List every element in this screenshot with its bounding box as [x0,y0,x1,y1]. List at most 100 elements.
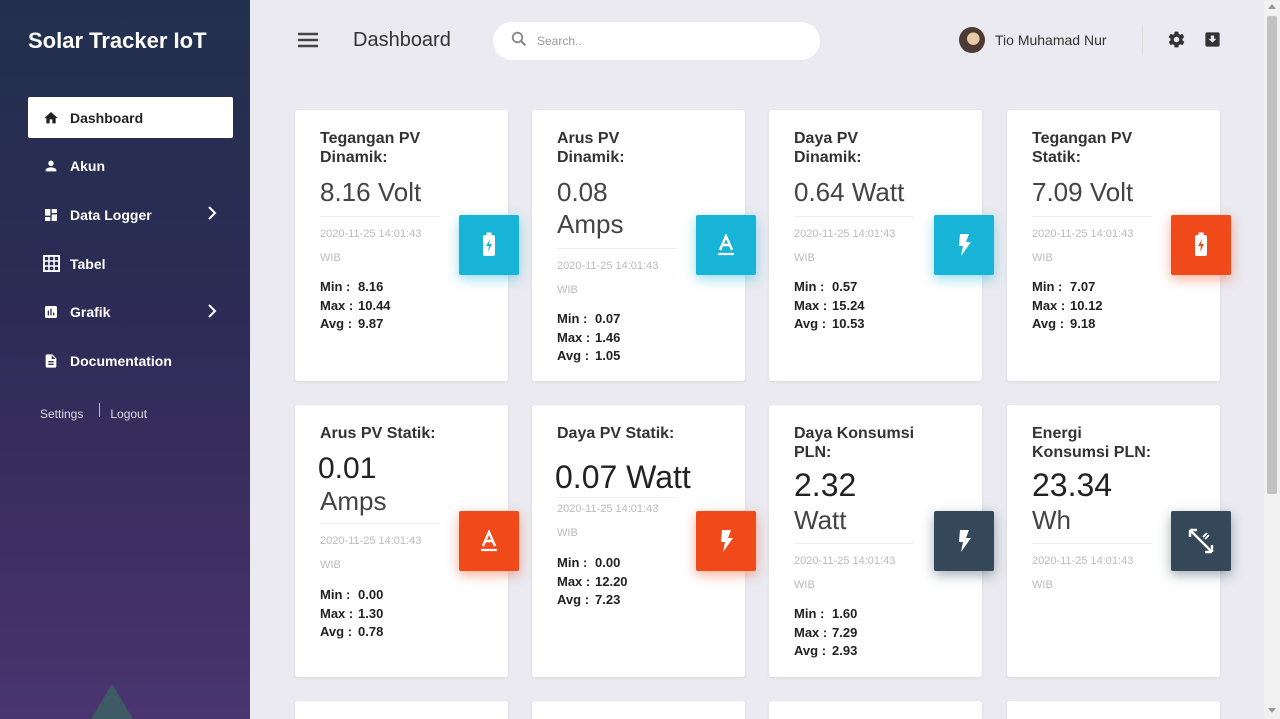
card-title: Tegangan PV Dinamik: [320,130,421,166]
card-value-line1: 0.07 Watt [555,459,691,495]
card-value-line1: 7.09 Volt [1032,177,1134,207]
card-partial [532,701,745,719]
logout-link[interactable]: Logout [110,403,147,421]
card-timezone: WIB [557,527,578,539]
avg-label: Avg : [320,316,353,331]
card-title: Energi Konsumsi PLN: [1032,425,1152,461]
card-time: 2020-11-25 14:01:43 [320,535,422,547]
card-stats: Min : 7.07 Max :10.12 Avg : 9.18 [1032,278,1103,334]
sidebar-item-tabel[interactable]: Tabel [28,243,233,284]
sidebar-item-akun[interactable]: Akun [28,146,233,187]
card-timestamp: 2020-11-25 14:01:43 WIB [1032,222,1162,270]
card-divider [1032,216,1152,217]
card-timezone: WIB [794,579,815,591]
avg-label: Avg : [1032,316,1065,331]
avg-value: 2.93 [832,643,858,658]
battery-charging-icon [1171,215,1231,275]
sidebar-item-label: Data Logger [70,206,152,223]
card-value: 2.32 Watt [794,468,856,538]
vertical-scrollbar[interactable] [1264,0,1280,719]
card-value-line1: 2.32 [794,467,857,503]
card-value-line1: 0.08 [557,177,608,207]
min-label: Min : [320,587,351,602]
document-icon [42,352,60,370]
card-divider [320,523,440,524]
card-value-line2: Amps [557,209,624,239]
max-value: 1.30 [358,605,384,621]
card-time: 2020-11-25 14:01:43 [557,260,659,272]
card-stats: Min : 0.07 Max :1.46 Avg : 1.05 [557,310,620,366]
min-value: 0.07 [595,311,621,326]
gear-icon[interactable] [1167,30,1187,50]
card-value-line1: 8.16 Volt [320,177,422,207]
avg-label: Avg : [557,592,590,607]
search-input[interactable] [537,34,797,48]
card-stats: Min : 0.00 Max :1.30 Avg : 0.78 [320,586,383,642]
menu-toggle-icon[interactable] [297,30,319,50]
min-label: Min : [557,311,588,326]
avg-label: Avg : [794,316,827,331]
bolt-icon [934,511,994,571]
max-label: Max : [794,297,828,313]
min-label: Min : [557,555,588,570]
card-partial [769,701,982,719]
avatar[interactable] [959,27,985,53]
sidebar-item-label: Akun [70,158,105,175]
card-timezone: WIB [557,284,578,296]
max-value: 10.12 [1070,297,1103,313]
card-time: 2020-11-25 14:01:43 [794,555,896,567]
max-value: 1.46 [595,329,621,345]
brand-title[interactable]: Solar Tracker IoT [28,28,207,54]
card-timezone: WIB [320,559,341,571]
card-value: 0.08 Amps [557,176,623,240]
settings-link[interactable]: Settings [40,403,83,421]
sidebar-item-label: Grafik [70,304,111,321]
card-value-line2: Watt [794,505,847,535]
user-name[interactable]: Tio Muhamad Nur [995,32,1107,48]
search-bar[interactable] [493,22,820,60]
card-value-line1: 23.34 [1032,467,1113,503]
scrollbar-thumb[interactable] [1267,16,1277,494]
card-title: Arus PV Statik: [320,425,436,442]
sidebar-item-data-logger[interactable]: Data Logger [28,194,233,235]
card-divider [794,543,914,544]
avg-value: 1.05 [595,348,621,363]
min-value: 0.57 [832,279,858,294]
max-value: 10.44 [358,297,391,313]
max-value: 12.20 [595,573,628,589]
max-label: Max : [557,573,591,589]
card-value-line2: Amps [320,486,387,516]
card-title: Daya PV Statik: [557,425,675,442]
user-profile[interactable]: Tio Muhamad Nur [959,27,1107,53]
card-value: 0.01 Amps [318,453,387,517]
expand-diagonal-icon [1171,511,1231,571]
card-timestamp: 2020-11-25 14:01:43 WIB [1032,549,1162,597]
avg-label: Avg : [794,643,827,658]
min-label: Min : [320,279,351,294]
card-title: Arus PV Dinamik: [557,130,625,166]
current-icon [696,215,756,275]
min-label: Min : [794,606,825,621]
scroll-down-arrow-icon[interactable] [1268,708,1276,713]
page-title: Dashboard [353,29,451,51]
card-timestamp: 2020-11-25 14:01:43 WIB [320,222,450,270]
sidebar-item-dashboard[interactable]: Dashboard [28,97,233,138]
card-timezone: WIB [1032,252,1053,264]
card-value: 0.64 Watt [794,176,904,208]
dashboard-icon [42,206,60,224]
avg-value: 10.53 [832,316,865,331]
min-label: Min : [794,279,825,294]
sidebar-item-label: Documentation [70,352,172,369]
min-value: 0.00 [358,587,384,602]
scroll-up-arrow-icon[interactable] [1268,4,1276,9]
download-icon[interactable] [1203,30,1223,50]
card-divider [1032,543,1152,544]
search-icon [511,31,527,52]
sidebar-background-decoration [88,684,136,719]
avg-value: 7.23 [595,592,621,607]
sidebar-item-documentation[interactable]: Documentation [28,340,233,381]
card-value-line2: Wh [1032,505,1071,535]
sidebar-item-grafik[interactable]: Grafik [28,292,233,333]
min-label: Min : [1032,279,1063,294]
card-stats: Min : 0.00 Max :12.20 Avg : 7.23 [557,554,628,610]
